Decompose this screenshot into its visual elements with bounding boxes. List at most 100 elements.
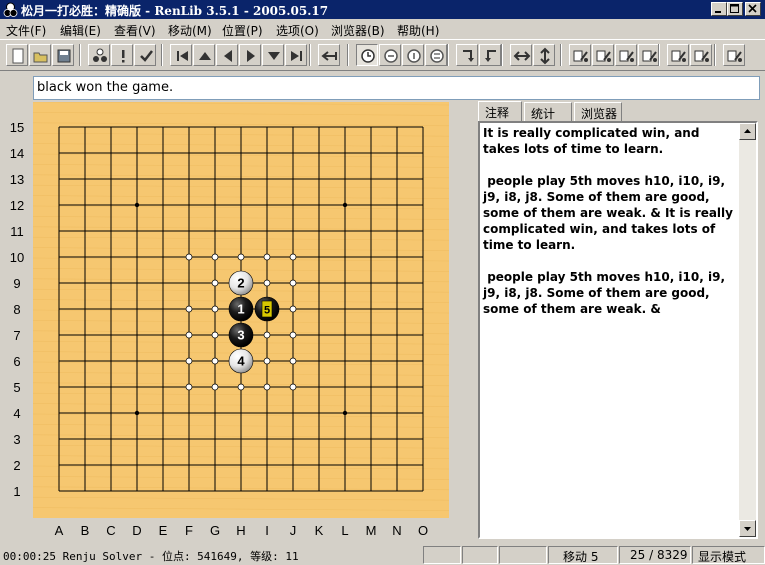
candidate-mark[interactable] bbox=[211, 383, 219, 391]
menu-position[interactable]: 位置(P) bbox=[222, 22, 263, 39]
scroll-down-button[interactable] bbox=[739, 520, 756, 537]
back-button[interactable] bbox=[216, 44, 238, 66]
go-board[interactable]: 151413121110987654321A B C D E F G H I J K L M N O1234… bbox=[0, 102, 476, 542]
candidate-mark[interactable] bbox=[289, 279, 297, 287]
candidate-mark[interactable] bbox=[185, 305, 193, 313]
down-icon bbox=[268, 52, 280, 60]
library-4-button[interactable] bbox=[638, 44, 660, 66]
library-2-button[interactable] bbox=[592, 44, 614, 66]
back-to-branch-button[interactable] bbox=[318, 44, 340, 66]
new-icon bbox=[12, 48, 24, 64]
toolbar-separator bbox=[658, 44, 660, 66]
star-point bbox=[342, 410, 348, 416]
library-5-button[interactable] bbox=[667, 44, 689, 66]
candidate-mark[interactable] bbox=[263, 331, 271, 339]
tab-notes[interactable]: 注释 bbox=[478, 101, 522, 121]
candidate-mark[interactable] bbox=[289, 331, 297, 339]
clock-3-button[interactable] bbox=[402, 44, 424, 66]
column-label: N bbox=[392, 523, 401, 538]
notes-scrollbar[interactable] bbox=[739, 123, 756, 537]
save-button[interactable] bbox=[52, 44, 74, 66]
menu-browser[interactable]: 浏览器(B) bbox=[331, 22, 385, 39]
clock-4-button[interactable] bbox=[425, 44, 447, 66]
up-button[interactable] bbox=[193, 44, 215, 66]
candidate-mark[interactable] bbox=[289, 305, 297, 313]
first-move-icon bbox=[177, 51, 188, 61]
up-icon bbox=[199, 52, 211, 60]
candidate-mark[interactable] bbox=[263, 279, 271, 287]
candidate-mark[interactable] bbox=[211, 253, 219, 261]
candidate-mark[interactable] bbox=[211, 357, 219, 365]
candidate-mark[interactable] bbox=[185, 357, 193, 365]
flip-horizontal-button[interactable] bbox=[510, 44, 532, 66]
notes-text[interactable]: It is really complicated win, and takes … bbox=[483, 125, 737, 317]
candidate-mark[interactable] bbox=[263, 383, 271, 391]
rotate-ccw-button[interactable] bbox=[479, 44, 501, 66]
candidate-mark[interactable] bbox=[185, 383, 193, 391]
close-button[interactable] bbox=[745, 2, 761, 16]
row-label: 4 bbox=[13, 406, 20, 421]
tree-icon bbox=[93, 48, 107, 62]
candidate-mark[interactable] bbox=[211, 279, 219, 287]
flip-horizontal-icon bbox=[513, 51, 531, 61]
rotate-cw-button[interactable] bbox=[456, 44, 478, 66]
column-label: K bbox=[315, 523, 324, 538]
menu-file[interactable]: 文件(F) bbox=[6, 22, 46, 39]
column-label: D bbox=[132, 523, 141, 538]
candidate-mark[interactable] bbox=[185, 331, 193, 339]
open-icon bbox=[33, 52, 48, 63]
library-6-button[interactable] bbox=[690, 44, 712, 66]
tab-stats[interactable]: 统计 bbox=[524, 102, 572, 121]
menu-help[interactable]: 帮助(H) bbox=[397, 22, 439, 39]
menu-bar: 文件(F) 编辑(E) 查看(V) 移动(M) 位置(P) 选项(O) 浏览器(… bbox=[0, 19, 765, 39]
clock-2-button[interactable] bbox=[379, 44, 401, 66]
menu-edit[interactable]: 编辑(E) bbox=[60, 22, 101, 39]
candidate-mark[interactable] bbox=[185, 253, 193, 261]
minimize-button[interactable] bbox=[711, 2, 727, 16]
library-1-button[interactable] bbox=[569, 44, 591, 66]
status-main-text: 00:00:25 Renju Solver - 位点: 541649, 等级: … bbox=[3, 550, 299, 563]
tree-button[interactable] bbox=[88, 44, 110, 66]
candidate-mark[interactable] bbox=[289, 357, 297, 365]
good-move-button[interactable] bbox=[134, 44, 156, 66]
candidate-mark[interactable] bbox=[237, 253, 245, 261]
clock-button[interactable] bbox=[356, 44, 378, 66]
column-label: L bbox=[341, 523, 348, 538]
candidate-mark[interactable] bbox=[211, 305, 219, 313]
comment-field[interactable]: black won the game. bbox=[33, 76, 760, 100]
status-position: 25 / 8329 bbox=[619, 546, 691, 564]
notes-panel[interactable]: It is really complicated win, and takes … bbox=[478, 121, 758, 539]
candidate-mark[interactable] bbox=[211, 331, 219, 339]
row-label: 8 bbox=[13, 302, 20, 317]
candidate-mark[interactable] bbox=[263, 253, 271, 261]
new-button[interactable] bbox=[6, 44, 28, 66]
row-label: 11 bbox=[10, 224, 24, 239]
scroll-up-button[interactable] bbox=[739, 123, 756, 140]
row-label: 2 bbox=[13, 458, 20, 473]
library-7-button[interactable] bbox=[723, 44, 745, 66]
down-button[interactable] bbox=[262, 44, 284, 66]
row-label: 14 bbox=[10, 146, 24, 161]
library-3-button[interactable] bbox=[615, 44, 637, 66]
candidate-mark[interactable] bbox=[289, 383, 297, 391]
flip-vertical-button[interactable] bbox=[533, 44, 555, 66]
bad-move-button[interactable] bbox=[111, 44, 133, 66]
column-label: H bbox=[236, 523, 245, 538]
menu-view[interactable]: 查看(V) bbox=[114, 22, 156, 39]
menu-options[interactable]: 选项(O) bbox=[276, 22, 319, 39]
maximize-button[interactable] bbox=[727, 2, 743, 16]
first-move-button[interactable] bbox=[170, 44, 192, 66]
row-label: 1 bbox=[13, 484, 20, 499]
last-move-button[interactable] bbox=[285, 44, 307, 66]
row-label: 10 bbox=[10, 250, 24, 265]
toolbar-separator bbox=[309, 44, 311, 66]
candidate-mark[interactable] bbox=[263, 357, 271, 365]
candidate-mark[interactable] bbox=[289, 253, 297, 261]
row-label: 5 bbox=[13, 380, 20, 395]
menu-move[interactable]: 移动(M) bbox=[168, 22, 212, 39]
forward-button[interactable] bbox=[239, 44, 261, 66]
column-label: I bbox=[265, 523, 269, 538]
tab-browser[interactable]: 浏览器 bbox=[574, 102, 622, 121]
candidate-mark[interactable] bbox=[237, 383, 245, 391]
open-button[interactable] bbox=[29, 44, 51, 66]
